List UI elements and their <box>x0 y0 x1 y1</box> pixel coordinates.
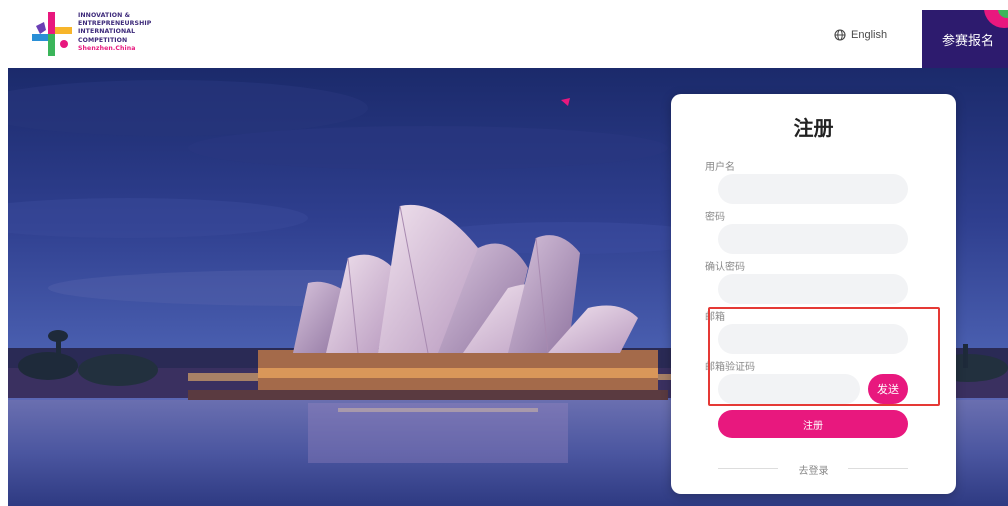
go-to-login-link[interactable]: 去登录 <box>671 462 956 477</box>
logo-subline: Shenzhen.China <box>78 44 136 52</box>
logo-mark-icon <box>32 12 72 56</box>
password-input[interactable] <box>718 224 908 254</box>
confirm-password-label: 确认密码 <box>705 262 745 273</box>
username-input[interactable] <box>718 174 908 204</box>
register-competition-button[interactable]: 参赛报名 <box>922 10 1008 68</box>
form-title: 注册 <box>793 116 834 140</box>
register-competition-label: 参赛报名 <box>941 33 994 49</box>
logo-line: COMPETITION <box>78 36 128 44</box>
password-label: 密码 <box>705 212 725 223</box>
logo-line: INNOVATION & <box>78 12 131 19</box>
register-form-card: 注册 用户名 密码 确认密码 邮箱 邮箱验证码 发送 注册 去登录 <box>671 94 956 494</box>
confirm-password-input[interactable] <box>718 274 908 304</box>
language-label: English <box>851 29 888 41</box>
highlight-box <box>708 307 940 406</box>
globe-icon <box>834 29 846 41</box>
logo-line: ENTREPRENEURSHIP <box>78 20 152 28</box>
logo-text: INNOVATION & ENTREPRENEURSHIP INTERNATIO… <box>78 12 151 53</box>
register-submit-button[interactable]: 注册 <box>718 410 908 438</box>
language-switch[interactable]: English <box>834 29 887 41</box>
site-header: INNOVATION & ENTREPRENEURSHIP INTERNATIO… <box>0 0 1008 68</box>
competition-logo[interactable]: INNOVATION & ENTREPRENEURSHIP INTERNATIO… <box>30 10 190 60</box>
logo-line: INTERNATIONAL <box>78 28 136 36</box>
page: INNOVATION & ENTREPRENEURSHIP INTERNATIO… <box>0 0 1008 506</box>
username-label: 用户名 <box>705 162 735 173</box>
